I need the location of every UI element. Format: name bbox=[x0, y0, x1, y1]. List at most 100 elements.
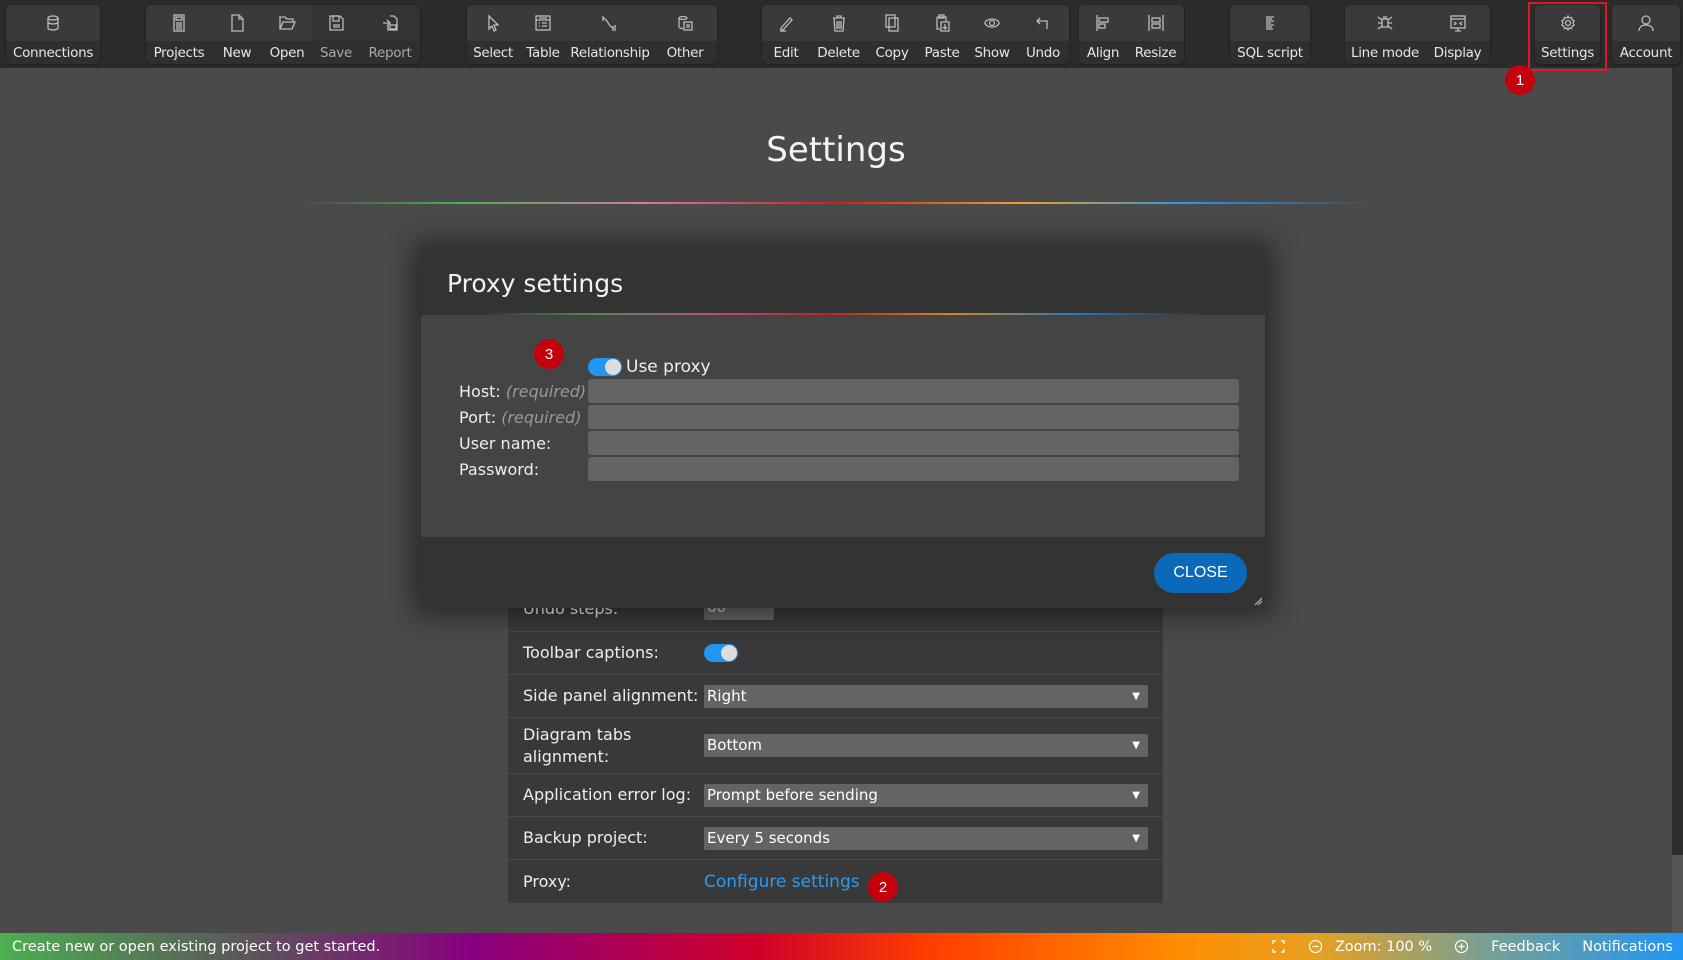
scrollbar-thumb[interactable] bbox=[1672, 855, 1683, 933]
port-required-hint: (required) bbox=[501, 407, 582, 427]
setting-row-side-panel: Side panel alignment: Right ▼ bbox=[508, 675, 1163, 718]
resize-icon bbox=[1147, 15, 1164, 31]
password-input[interactable] bbox=[588, 457, 1239, 481]
dropdown-caret-icon: ▼ bbox=[1132, 690, 1140, 702]
pointer-icon bbox=[488, 14, 500, 32]
line-mode-button[interactable]: Line mode bbox=[1345, 5, 1425, 64]
pencil-icon bbox=[780, 17, 793, 32]
use-proxy-toggle[interactable] bbox=[588, 358, 622, 376]
toolbar-captions-toggle[interactable] bbox=[704, 644, 738, 662]
main-toolbar: Connections Projects New Open Save Repor… bbox=[0, 0, 1683, 68]
relationship-icon bbox=[602, 16, 616, 31]
edit-button[interactable]: Edit bbox=[762, 5, 810, 64]
table-icon bbox=[535, 15, 551, 31]
dialog-header: Proxy settings bbox=[421, 249, 1265, 315]
port-input[interactable] bbox=[588, 405, 1239, 429]
other-button[interactable]: Other bbox=[653, 5, 717, 64]
close-button[interactable]: CLOSE bbox=[1154, 553, 1247, 593]
port-label: Port: bbox=[459, 407, 497, 427]
dropdown-caret-icon: ▼ bbox=[1132, 740, 1140, 751]
annotation-marker-2: 2 bbox=[868, 872, 898, 902]
dialog-title: Proxy settings bbox=[447, 269, 624, 298]
database-icon bbox=[47, 15, 59, 31]
display-button[interactable]: Display bbox=[1425, 5, 1490, 64]
setting-row-backup: Backup project: Every 5 seconds ▼ bbox=[508, 817, 1163, 860]
proxy-label: Proxy: bbox=[523, 871, 572, 891]
relationship-button[interactable]: Relationship bbox=[567, 5, 653, 64]
resize-button[interactable]: Resize bbox=[1127, 5, 1184, 64]
status-message: Create new or open existing project to g… bbox=[12, 938, 381, 955]
diagram-tabs-alignment-select[interactable]: Bottom ▼ bbox=[704, 734, 1148, 757]
dropdown-caret-icon: ▼ bbox=[1132, 789, 1140, 801]
report-button[interactable]: Report bbox=[360, 5, 420, 64]
zoom-level: Zoom: 100 % bbox=[1334, 938, 1433, 955]
username-label: User name: bbox=[459, 433, 552, 453]
username-input[interactable] bbox=[588, 431, 1239, 455]
username-row: User name: bbox=[459, 431, 1239, 455]
zoom-in-icon[interactable] bbox=[1454, 939, 1469, 954]
password-row: Password: bbox=[459, 457, 1239, 481]
resize-handle-icon[interactable] bbox=[1253, 596, 1263, 606]
projects-button[interactable]: Projects bbox=[146, 5, 212, 64]
settings-panel: Undo steps: 60 Toolbar captions: Side pa… bbox=[508, 590, 1163, 903]
setting-row-error-log: Application error log: Prompt before sen… bbox=[508, 774, 1163, 817]
use-proxy-row: Use proxy bbox=[588, 357, 711, 377]
diagram-tabs-alignment-label: Diagram tabs alignment: bbox=[523, 724, 632, 766]
toolbar-group-objects: Select Table Relationship Other bbox=[467, 5, 717, 64]
user-icon bbox=[1638, 15, 1654, 32]
delete-button[interactable]: Delete bbox=[810, 5, 867, 64]
password-label: Password: bbox=[459, 459, 540, 479]
error-log-label: Application error log: bbox=[523, 785, 692, 804]
eye-icon bbox=[984, 18, 1000, 28]
undo-button[interactable]: Undo bbox=[1017, 5, 1069, 64]
host-row: Host: (required) bbox=[459, 379, 1239, 403]
toolbar-group-project: Projects New Open Save Report bbox=[146, 5, 420, 64]
configure-proxy-link[interactable]: Configure settings bbox=[704, 872, 860, 892]
fullscreen-icon[interactable] bbox=[1271, 939, 1286, 954]
feedback-link[interactable]: Feedback bbox=[1491, 939, 1560, 955]
new-button[interactable]: New bbox=[212, 5, 262, 64]
proxy-settings-dialog: Proxy settings Use proxy Host: (required… bbox=[421, 249, 1265, 608]
report-icon bbox=[383, 15, 398, 31]
vertical-scrollbar[interactable] bbox=[1672, 68, 1683, 933]
port-row: Port: (required) bbox=[459, 405, 1239, 429]
account-button[interactable]: Account bbox=[1612, 5, 1680, 64]
undo-icon bbox=[1036, 17, 1048, 29]
error-log-select[interactable]: Prompt before sending ▼ bbox=[704, 783, 1148, 807]
zoom-out-icon[interactable] bbox=[1308, 939, 1323, 954]
dropdown-caret-icon: ▼ bbox=[1132, 832, 1140, 844]
setting-row-proxy: Proxy: Configure settings bbox=[508, 860, 1163, 903]
show-button[interactable]: Show bbox=[967, 5, 1017, 64]
use-proxy-label: Use proxy bbox=[626, 357, 711, 377]
other-objects-icon bbox=[678, 15, 693, 31]
align-button[interactable]: Align bbox=[1079, 5, 1127, 64]
paste-button[interactable]: Paste bbox=[917, 5, 967, 64]
line-mode-icon bbox=[1377, 16, 1393, 30]
title-divider bbox=[300, 202, 1375, 204]
copy-icon bbox=[885, 14, 899, 32]
save-button[interactable]: Save bbox=[312, 5, 360, 64]
folder-open-icon bbox=[279, 16, 296, 30]
open-button[interactable]: Open bbox=[262, 5, 312, 64]
toolbar-captions-label: Toolbar captions: bbox=[523, 643, 659, 662]
host-label: Host: bbox=[459, 381, 501, 401]
host-required-hint: (required) bbox=[505, 381, 587, 401]
host-input[interactable] bbox=[588, 379, 1239, 403]
toolbar-group-sql: SQL script bbox=[1230, 5, 1310, 64]
paste-icon bbox=[936, 14, 950, 32]
copy-button[interactable]: Copy bbox=[867, 5, 917, 64]
annotation-marker-3: 3 bbox=[534, 339, 564, 369]
save-icon bbox=[329, 15, 344, 31]
align-icon bbox=[1096, 15, 1109, 31]
notifications-link[interactable]: Notifications bbox=[1582, 939, 1673, 955]
table-button[interactable]: Table bbox=[519, 5, 567, 64]
sql-script-icon bbox=[1266, 16, 1274, 30]
side-panel-alignment-select[interactable]: Right ▼ bbox=[704, 684, 1148, 708]
toolbar-group-connections: Connections bbox=[6, 5, 100, 64]
backup-project-select[interactable]: Every 5 seconds ▼ bbox=[704, 826, 1148, 850]
side-panel-alignment-label: Side panel alignment: bbox=[523, 686, 699, 705]
page-title: Settings bbox=[766, 130, 906, 170]
select-button[interactable]: Select bbox=[467, 5, 519, 64]
connections-button[interactable]: Connections bbox=[6, 5, 100, 64]
sql-script-button[interactable]: SQL script bbox=[1230, 5, 1310, 64]
